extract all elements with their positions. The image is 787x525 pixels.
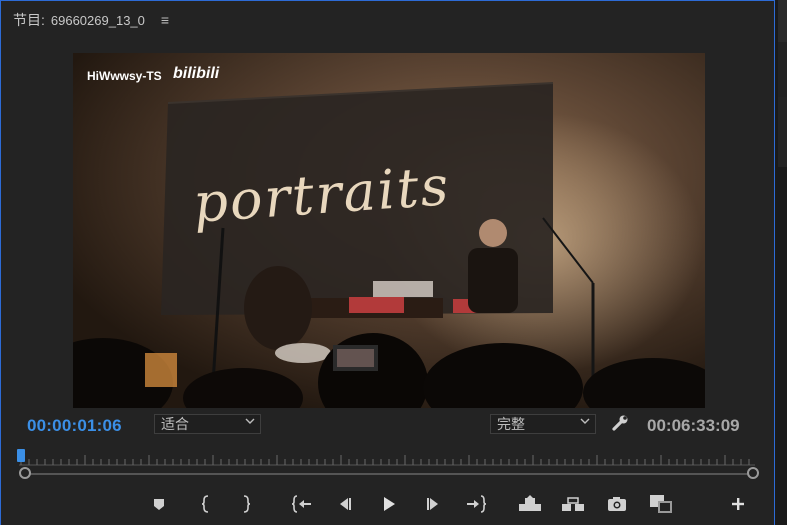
mark-out-icon[interactable]: [233, 491, 259, 517]
go-to-in-icon[interactable]: [289, 491, 315, 517]
step-forward-icon[interactable]: [420, 491, 446, 517]
wrench-icon[interactable]: [610, 413, 632, 435]
sequence-name[interactable]: 69660269_13_0: [51, 13, 145, 28]
zoom-scroll-handle-right[interactable]: [747, 467, 759, 479]
resolution-dropdown-value: 完整: [497, 416, 525, 432]
watermark-user: HiWwwsy-TS: [87, 69, 162, 83]
step-back-icon[interactable]: [332, 491, 358, 517]
panel-header: 节目: 69660269_13_0 ≡: [13, 9, 169, 31]
video-frame: [73, 53, 705, 408]
adjacent-panel-strip: [775, 0, 787, 525]
mark-in-icon[interactable]: [193, 491, 219, 517]
chevron-down-icon: [245, 416, 255, 429]
fit-dropdown[interactable]: 适合: [154, 414, 261, 434]
playback-resolution-dropdown[interactable]: 完整: [490, 414, 596, 434]
watermark-brand: bilibili: [173, 65, 220, 82]
chevron-down-icon: [580, 416, 590, 429]
playhead-marker[interactable]: [17, 449, 25, 462]
duration-timecode: 00:06:33:09: [647, 416, 740, 435]
adjacent-panel-segment: [778, 42, 787, 98]
lift-icon[interactable]: [517, 491, 543, 517]
time-ruler[interactable]: [19, 451, 755, 481]
add-marker-icon[interactable]: [146, 491, 172, 517]
extract-icon[interactable]: [560, 491, 586, 517]
zoom-scroll-track[interactable]: [25, 473, 753, 475]
play-icon[interactable]: [376, 491, 402, 517]
export-frame-icon[interactable]: [604, 491, 630, 517]
fit-dropdown-value: 适合: [161, 416, 189, 432]
adjacent-panel-segment: [778, 97, 787, 167]
add-button-icon[interactable]: [725, 491, 751, 517]
go-to-out-icon[interactable]: [463, 491, 489, 517]
video-viewer[interactable]: portraits HiWwwsy-TS bilibili: [73, 53, 705, 408]
current-timecode[interactable]: 00:00:01:06: [27, 416, 122, 436]
hamburger-menu-icon[interactable]: ≡: [161, 12, 169, 28]
monitor-controls: 00:00:01:06 适合 完整 00:06:33:09: [1, 411, 776, 441]
adjacent-panel-segment: [778, 0, 787, 43]
transport-controls: [1, 491, 776, 519]
program-monitor-panel: 节目: 69660269_13_0 ≡ portraits HiWwwsy-TS…: [0, 0, 775, 525]
zoom-scroll-handle-left[interactable]: [19, 467, 31, 479]
panel-title-prefix: 节目:: [13, 12, 45, 28]
comparison-view-icon[interactable]: [648, 491, 674, 517]
